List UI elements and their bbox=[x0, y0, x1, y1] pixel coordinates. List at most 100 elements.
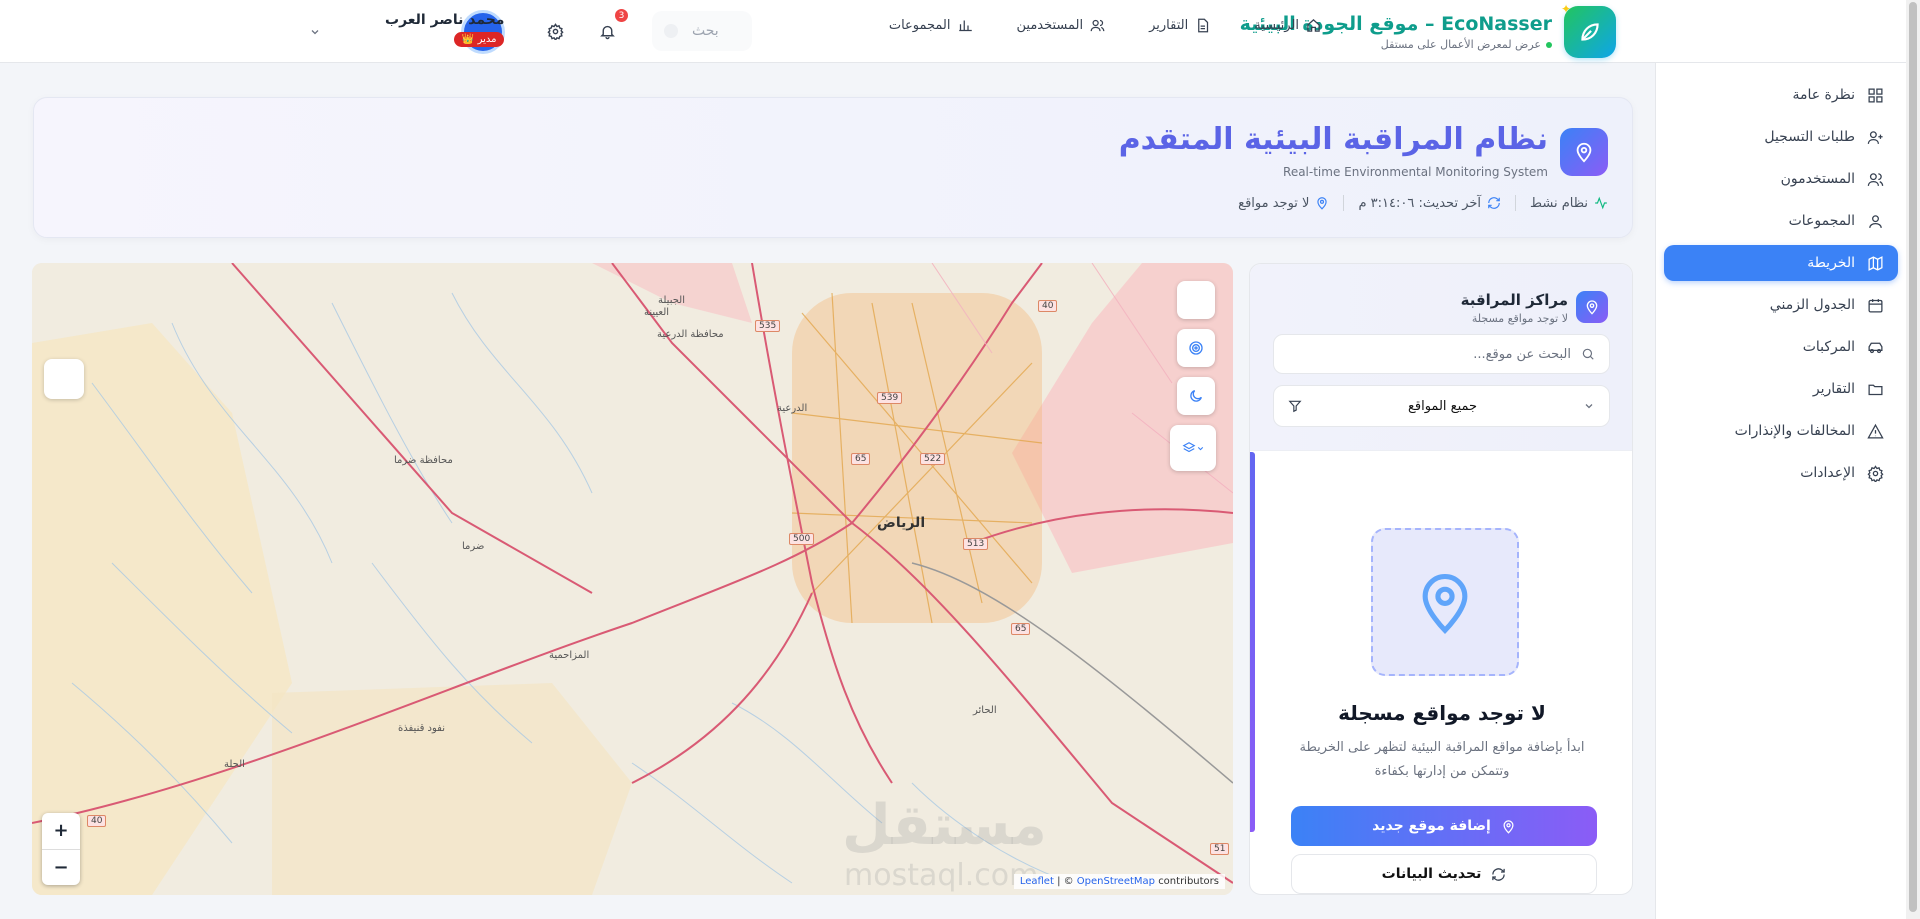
sidebar-item-label: الخريطة bbox=[1807, 255, 1855, 271]
last-update-text: آخر تحديث: ٣:١٤:٠٦ م bbox=[1358, 195, 1482, 211]
target-icon bbox=[1189, 341, 1203, 355]
search-placeholder: بحث bbox=[692, 23, 719, 39]
folder-icon bbox=[1868, 384, 1883, 395]
notification-count-badge: 3 bbox=[613, 7, 630, 24]
document-icon bbox=[1198, 18, 1209, 33]
map-place-label: محافظة ضرما bbox=[394, 455, 453, 466]
users-icon bbox=[1867, 172, 1884, 186]
gear-icon bbox=[546, 22, 564, 40]
location-pin-icon bbox=[1560, 128, 1608, 176]
road-shield: 513 bbox=[963, 538, 989, 550]
search-input[interactable]: بحث bbox=[652, 11, 752, 51]
osm-link[interactable]: OpenStreetMap bbox=[1077, 876, 1155, 887]
calendar-icon bbox=[1868, 298, 1883, 313]
user-info[interactable]: محمد ناصر العرب 👑 مدير bbox=[385, 12, 505, 47]
map-attribution: Leaflet | © OpenStreetMap contributors bbox=[1013, 874, 1225, 889]
page-subtitle: Real-time Environmental Monitoring Syste… bbox=[1283, 165, 1548, 179]
map-locate-button[interactable] bbox=[1177, 329, 1215, 367]
chevron-down-icon bbox=[1585, 404, 1593, 409]
sidebar-item-4[interactable]: الخريطة bbox=[1664, 245, 1898, 281]
map-city-label: الرياض bbox=[877, 515, 926, 531]
add-site-button[interactable]: إضافة موقع جديد bbox=[1291, 806, 1597, 846]
sidebar-item-7[interactable]: التقارير bbox=[1664, 371, 1898, 407]
sidebar: نظرة عامة طلبات التسجيل المستخدمون المجموعا… bbox=[1655, 63, 1906, 919]
map-fullscreen-button[interactable] bbox=[1177, 281, 1215, 319]
map-pin-icon bbox=[1317, 197, 1328, 210]
road-shield: 65 bbox=[851, 453, 871, 465]
scrollbar[interactable] bbox=[1906, 0, 1920, 919]
map-place-label: الجبيلة bbox=[658, 295, 685, 306]
gear-icon bbox=[1867, 464, 1884, 482]
watermark: مستقل bbox=[842, 793, 1047, 858]
site-search-input[interactable]: البحث عن موقع... bbox=[1273, 334, 1610, 374]
site-filter-select[interactable]: جميع المواقع bbox=[1273, 385, 1610, 427]
role-badge: 👑 مدير bbox=[453, 32, 505, 47]
empty-state-map-pin-icon bbox=[1371, 528, 1519, 676]
map-place-label: المزاحمية bbox=[549, 650, 590, 661]
user-menu-chevron-down-icon[interactable] bbox=[309, 26, 321, 42]
empty-state-title: لا توجد مواقع مسجلة bbox=[1338, 701, 1546, 725]
layers-icon bbox=[1182, 442, 1195, 453]
nav-home[interactable]: الرئيسية bbox=[1254, 18, 1321, 33]
system-status-text: نظام نشط bbox=[1530, 195, 1588, 211]
page-title: نظام المراقبة البيئية المتقدم bbox=[1118, 122, 1548, 157]
nav-groups[interactable]: المجموعات bbox=[889, 18, 973, 33]
divider bbox=[1343, 195, 1345, 211]
filter-icon bbox=[1288, 400, 1302, 413]
sidebar-item-8[interactable]: المخالفات والإنذارات bbox=[1664, 413, 1898, 449]
panel-accent-bar bbox=[1250, 452, 1255, 832]
road-shield: 65 bbox=[1011, 623, 1031, 635]
chevron-down-icon bbox=[1197, 446, 1203, 450]
watermark-url: mostaql.com bbox=[844, 858, 1039, 893]
map-place-label: الحلة bbox=[224, 759, 245, 770]
notifications-button[interactable]: 3 bbox=[594, 7, 630, 44]
map-place-label: الحائر bbox=[973, 705, 997, 716]
map-place-label: العيينة bbox=[644, 307, 670, 318]
road-shield: 500 bbox=[789, 533, 815, 545]
sidebar-item-6[interactable]: المركبات bbox=[1664, 329, 1898, 365]
status-bar: نظام نشط آخر تحديث: ٣:١٤:٠٦ م لا توجد مو… bbox=[1238, 195, 1608, 211]
nav-users[interactable]: المستخدمين bbox=[1017, 18, 1106, 33]
map-icon bbox=[1868, 255, 1883, 271]
settings-button[interactable] bbox=[542, 18, 568, 44]
top-bar: ✦ EcoNasser – موقع الجودة البيئية عرض لم… bbox=[0, 0, 1906, 63]
panel-subtitle: لا توجد مواقع مسجلة bbox=[1471, 312, 1568, 325]
scrollbar-thumb[interactable] bbox=[1909, 2, 1917, 912]
sidebar-item-9[interactable]: الإعدادات bbox=[1664, 455, 1898, 491]
zoom-out-button[interactable]: − bbox=[42, 850, 80, 886]
map-pin-icon bbox=[1503, 819, 1514, 834]
sidebar-item-0[interactable]: نظرة عامة bbox=[1664, 77, 1898, 113]
sidebar-item-2[interactable]: المستخدمون bbox=[1664, 161, 1898, 197]
bell-icon bbox=[599, 25, 615, 39]
sidebar-item-label: الإعدادات bbox=[1800, 465, 1855, 481]
nav-users-label: المستخدمين bbox=[1016, 18, 1084, 33]
sidebar-item-label: المجموعات bbox=[1788, 213, 1855, 229]
map-place-label: ضرما bbox=[462, 541, 485, 552]
sites-count: لا توجد مواقع bbox=[1238, 196, 1329, 211]
map-place-label: الدرعية bbox=[777, 403, 808, 414]
page-header-card: نظام المراقبة البيئية المتقدم Real-time … bbox=[33, 97, 1633, 238]
map-blank-control[interactable] bbox=[44, 359, 84, 399]
map-layers-button[interactable] bbox=[1170, 425, 1216, 471]
moon-icon bbox=[1190, 390, 1202, 402]
brand-subtitle: عرض لمعرض الأعمال على مستقل bbox=[1381, 38, 1552, 51]
leaflet-link[interactable]: Leaflet bbox=[1020, 876, 1054, 887]
map-dark-mode-button[interactable] bbox=[1177, 377, 1215, 415]
road-shield: 539 bbox=[877, 392, 903, 404]
refresh-data-button[interactable]: تحديث البيانات bbox=[1291, 854, 1597, 894]
sidebar-item-5[interactable]: الجدول الزمني bbox=[1664, 287, 1898, 323]
zoom-control: + − bbox=[42, 813, 80, 885]
site-filter-value: جميع المواقع bbox=[1407, 398, 1478, 414]
activity-icon bbox=[1595, 196, 1607, 210]
zoom-in-button[interactable]: + bbox=[42, 813, 80, 850]
attribution-text: contributors bbox=[1158, 876, 1219, 887]
sidebar-item-1[interactable]: طلبات التسجيل bbox=[1664, 119, 1898, 155]
nav-home-label: الرئيسية bbox=[1254, 18, 1299, 33]
panel-title: مراكز المراقبة bbox=[1460, 291, 1568, 309]
sidebar-item-3[interactable]: المجموعات bbox=[1664, 203, 1898, 239]
sidebar-item-label: المركبات bbox=[1802, 339, 1855, 355]
bar-chart-icon bbox=[958, 20, 972, 32]
site-search-placeholder: البحث عن موقع... bbox=[1473, 346, 1571, 362]
nav-reports[interactable]: التقارير bbox=[1149, 18, 1210, 33]
map-view[interactable]: الجبيلة العيينة محافظة الدرعية الدرعية محافظ… bbox=[32, 263, 1233, 895]
